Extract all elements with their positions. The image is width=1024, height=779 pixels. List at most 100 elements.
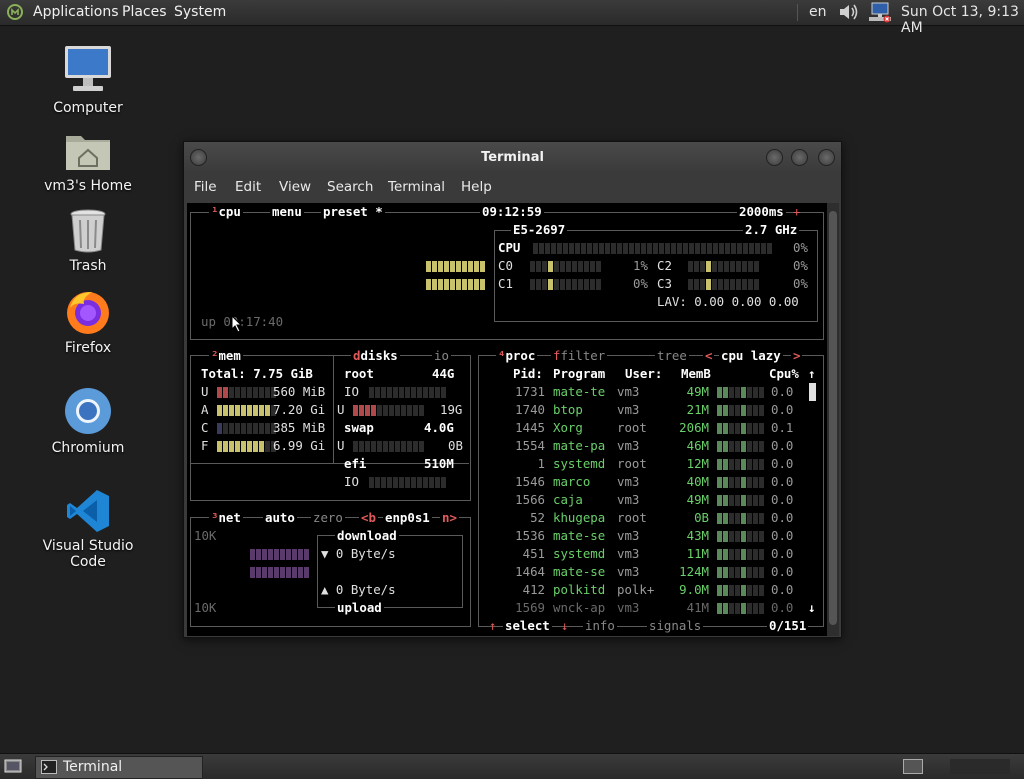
process-memory: 41M [686,600,709,615]
process-program: khugepa [553,510,606,525]
process-memory: 12M [686,456,709,471]
cpu-preset-button[interactable]: preset * [321,203,385,221]
show-desktop-icon[interactable] [4,758,22,774]
mem-cached-value: 385 MiB [273,420,326,435]
system-menu[interactable]: System [174,4,226,20]
menu-file[interactable]: File [194,179,217,195]
proc-info-button[interactable]: info [583,617,617,635]
applications-menu[interactable]: Applications [33,4,119,20]
proc-col-mem[interactable]: MemB [681,365,711,383]
desktop-icon-trash[interactable]: Trash [28,208,148,274]
process-pid: 1445 [515,420,545,435]
window-titlebar[interactable]: Terminal [184,142,841,173]
cpu-graph-2 [426,279,485,290]
process-mem-graph [717,513,764,524]
process-cpu: 0.0 [771,582,794,597]
process-pid: 1464 [515,564,545,579]
close-button[interactable] [818,149,835,166]
desktop-icon-computer[interactable]: Computer [28,44,148,116]
terminal-window[interactable]: Terminal File Edit View Search Terminal … [183,141,842,638]
net-download-rate: ▼ 0 Byte/s [321,546,396,561]
disk-swap-size: 4.0G [424,420,454,435]
proc-select-down[interactable]: ↓ [561,617,568,635]
scrollbar-thumb[interactable] [829,211,837,625]
menu-search[interactable]: Search [327,179,373,195]
process-cpu: 0.0 [771,438,794,453]
process-user: vm3 [617,600,640,615]
cpu-update-interval[interactable]: 2000ms [737,203,786,221]
desktop-icon-firefox[interactable]: Firefox [28,288,148,356]
maximize-button[interactable] [791,149,808,166]
workspace-1[interactable] [903,759,923,774]
network-icon[interactable] [868,2,892,23]
desktop-icon-vscode[interactable]: Visual Studio Code [28,488,148,570]
workspace-switcher[interactable] [950,759,1010,774]
terminal-content[interactable]: ¹cpu menu preset * 09:12:59 2000ms + E5-… [187,203,827,636]
net-upload-rate: ▲ 0 Byte/s [321,582,396,597]
desktop-icon-label: Firefox [64,340,112,356]
trash-icon [70,209,106,253]
net-auto-toggle[interactable]: auto [263,509,297,527]
menu-terminal[interactable]: Terminal [388,179,445,195]
process-pid: 1731 [515,384,545,399]
net-box-header: ³net [209,509,243,527]
process-program: btop [553,402,583,417]
core-c0-label: C0 [498,258,513,273]
disks-header: ddisks [351,347,400,365]
proc-tree-toggle[interactable]: tree [655,347,689,365]
process-cpu: 0.0 [771,474,794,489]
proc-sort-prev[interactable]: < [703,347,715,365]
process-cpu: 0.0 [771,564,794,579]
proc-col-user[interactable]: User: [625,365,662,383]
mem-box-header: ²mem [209,347,243,365]
mem-divider [333,355,334,463]
proc-sort-next[interactable]: > [791,347,803,365]
places-menu[interactable]: Places [122,4,167,20]
minimize-button[interactable] [766,149,783,166]
proc-col-program[interactable]: Program [553,365,605,383]
mate-logo-icon[interactable] [7,4,23,20]
process-pid: 451 [522,546,545,561]
proc-filter-label: filter [560,348,606,363]
proc-signals-button[interactable]: signals [647,617,704,635]
proc-scrollbar-thumb[interactable] [809,383,816,401]
panel-separator [797,4,798,21]
disks-io-toggle[interactable]: io [432,347,451,365]
process-cpu: 0.0 [771,384,794,399]
cpu-graph [426,261,485,272]
proc-label: proc [505,348,536,363]
mem-free-meter [217,441,276,452]
net-zero-toggle[interactable]: zero [311,509,345,527]
proc-filter-button[interactable]: ffilter [551,347,608,365]
menu-help[interactable]: Help [461,179,492,195]
proc-count: 0/151 [767,617,809,635]
process-mem-graph [717,495,764,506]
menu-view[interactable]: View [279,179,311,195]
mem-available-value: 7.20 Gi [273,402,326,417]
mouse-cursor-icon [231,315,243,333]
volume-icon[interactable] [838,2,860,22]
menu-edit[interactable]: Edit [235,179,261,195]
keyboard-layout-indicator[interactable]: en [809,4,827,20]
net-next-interface[interactable]: n> [440,509,459,527]
interval-plus-button[interactable]: + [793,203,800,221]
proc-scroll-down[interactable]: ↓ [808,599,815,617]
proc-col-pid[interactable]: Pid: [513,365,543,383]
cpu-menu-button[interactable]: menu [270,203,304,221]
process-user: vm3 [617,546,640,561]
disk-efi-name: efi [344,456,367,471]
chromium-icon [65,388,111,434]
proc-col-cpu[interactable]: Cpu% [769,365,799,383]
terminal-menubar: File Edit View Search Terminal Help [184,173,841,201]
disk-root-used-value: 19G [440,402,463,417]
proc-select-up[interactable]: ↑ [489,617,496,635]
terminal-scrollbar[interactable] [827,203,839,636]
desktop-icon-home[interactable]: vm3's Home [28,128,148,194]
taskbar-terminal-button[interactable]: Terminal [35,756,203,779]
net-prev-interface[interactable]: <b [359,509,378,527]
desktop-icon-chromium[interactable]: Chromium [28,386,148,456]
disk-swap-used-meter [353,441,424,452]
clock[interactable]: Sun Oct 13, 9:13 AM [901,4,1024,36]
proc-scroll-up[interactable]: ↑ [808,365,815,383]
taskbar-terminal-label: Terminal [63,759,123,775]
